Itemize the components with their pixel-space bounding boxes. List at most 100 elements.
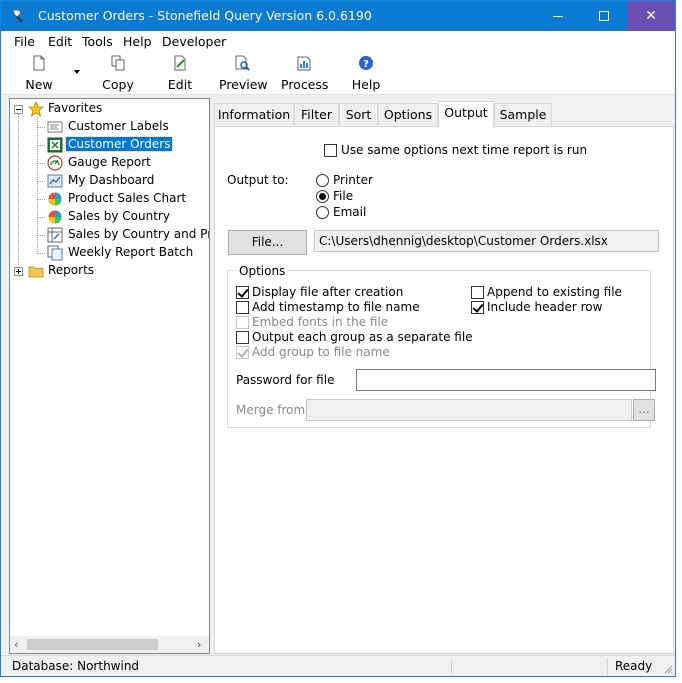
folder-icon: [28, 266, 44, 278]
close-button[interactable]: ✕: [627, 1, 675, 31]
process-button[interactable]: Process: [281, 55, 329, 92]
output-each-group-label[interactable]: Output each group as a separate file: [252, 330, 473, 344]
menu-help[interactable]: Help: [123, 34, 152, 49]
tree-horizontal-scrollbar[interactable]: ‹ ›: [10, 636, 209, 653]
tree-item[interactable]: Product Sales Chart: [10, 190, 209, 208]
display-file-label[interactable]: Display file after creation: [252, 285, 403, 299]
new-button[interactable]: New: [23, 55, 55, 92]
tree-item[interactable]: My Dashboard: [10, 172, 209, 190]
tree-item-label: Sales by Country and Product: [68, 227, 209, 241]
tab-sort[interactable]: Sort: [339, 103, 378, 127]
help-label: Help: [351, 77, 381, 92]
email-radio-label[interactable]: Email: [333, 205, 366, 219]
title-bar[interactable]: Customer Orders - Stonefield Query Versi…: [1, 1, 675, 31]
tree-label-reports: Reports: [48, 263, 95, 277]
append-existing-checkbox[interactable]: [471, 286, 484, 299]
file-path-field: C:\Users\dhennig\desktop\Customer Orders…: [314, 230, 659, 252]
edit-icon: [174, 55, 186, 71]
printer-radio-label[interactable]: Printer: [333, 173, 373, 187]
printer-radio[interactable]: [316, 174, 329, 187]
app-window: Customer Orders - Stonefield Query Versi…: [0, 0, 676, 677]
include-header-checkbox[interactable]: [471, 301, 484, 314]
tree-item-label: Customer Labels: [68, 119, 169, 133]
tree-item[interactable]: Gauge Report: [10, 154, 209, 172]
tab-filter[interactable]: Filter: [294, 103, 339, 127]
tab-output[interactable]: Output: [438, 101, 494, 128]
use-same-options-label[interactable]: Use same options next time report is run: [341, 143, 587, 157]
add-timestamp-checkbox[interactable]: [236, 301, 249, 314]
use-same-options-checkbox[interactable]: [324, 144, 337, 157]
include-header-label[interactable]: Include header row: [487, 300, 602, 314]
copy-button[interactable]: Copy: [100, 55, 136, 92]
add-group-checkbox: [236, 346, 249, 359]
new-label: New: [25, 77, 53, 92]
tree-label-favorites: Favorites: [48, 101, 103, 115]
tree-item-label: My Dashboard: [68, 173, 155, 187]
excel-report-icon: [47, 137, 63, 153]
tree-node-reports[interactable]: Reports: [10, 262, 209, 280]
maximize-icon: [599, 11, 609, 21]
file-radio[interactable]: [316, 190, 329, 203]
tree-item-label: Weekly Report Batch: [68, 245, 194, 259]
output-to-label: Output to:: [227, 173, 289, 187]
gauge-icon: [47, 155, 63, 171]
tab-sample[interactable]: Sample: [494, 103, 552, 127]
preview-label: Preview: [219, 77, 268, 92]
minimize-button[interactable]: [535, 1, 581, 31]
tree-node-favorites[interactable]: Favorites: [10, 100, 209, 118]
scroll-left-icon[interactable]: ‹: [14, 638, 18, 651]
help-button[interactable]: ? Help: [351, 55, 381, 92]
expand-icon[interactable]: [14, 267, 23, 276]
help-icon: ?: [359, 56, 373, 70]
add-group-label: Add group to file name: [252, 345, 390, 359]
embed-fonts-checkbox: [236, 316, 249, 329]
menu-developer[interactable]: Developer: [162, 34, 226, 49]
file-radio-label[interactable]: File: [333, 189, 353, 203]
display-file-checkbox[interactable]: [236, 286, 249, 299]
crosstab-icon: [47, 227, 63, 243]
minimize-icon: [553, 15, 563, 17]
dashboard-icon: [47, 174, 63, 188]
merge-from-label: Merge from: [236, 403, 306, 417]
options-group-title: Options: [236, 264, 289, 278]
output-each-group-checkbox[interactable]: [236, 331, 249, 344]
tree-item-selected[interactable]: Customer Orders: [10, 136, 209, 154]
status-bar: Database: Northwind Ready: [1, 655, 675, 676]
window-title: Customer Orders - Stonefield Query Versi…: [38, 8, 372, 23]
toolbar: New Copy Edit Preview Process ? Help: [1, 51, 675, 95]
append-existing-label[interactable]: Append to existing file: [487, 285, 622, 299]
tree-item-label: Sales by Country: [68, 209, 170, 223]
scroll-right-icon[interactable]: ›: [197, 638, 201, 651]
tab-options[interactable]: Options: [378, 103, 438, 127]
batch-icon: [47, 245, 63, 261]
menu-file[interactable]: File: [14, 34, 35, 49]
email-radio[interactable]: [316, 206, 329, 219]
password-label: Password for file: [236, 373, 335, 387]
tree-item-label: Product Sales Chart: [68, 191, 187, 205]
collapse-icon[interactable]: [14, 105, 23, 114]
tab-information[interactable]: Information: [214, 103, 294, 127]
scrollbar-thumb[interactable]: [27, 639, 158, 650]
resize-grip-icon[interactable]: [663, 664, 673, 674]
pie-chart-icon: [48, 192, 62, 206]
process-label: Process: [281, 77, 329, 92]
maximize-button[interactable]: [581, 1, 627, 31]
tree-item[interactable]: Sales by Country: [10, 208, 209, 226]
tree-item[interactable]: Customer Labels: [10, 118, 209, 136]
app-logo-icon: [12, 9, 23, 23]
new-dropdown-arrow-icon[interactable]: [74, 70, 80, 74]
svg-text:?: ?: [363, 59, 369, 70]
tree-item[interactable]: Weekly Report Batch: [10, 244, 209, 262]
menu-edit[interactable]: Edit: [48, 34, 72, 49]
report-tree[interactable]: Favorites Customer Labels Customer Order…: [9, 98, 210, 654]
menu-tools[interactable]: Tools: [82, 34, 113, 49]
preview-button[interactable]: Preview: [219, 55, 268, 92]
password-input[interactable]: [356, 369, 656, 391]
edit-button[interactable]: Edit: [164, 55, 196, 92]
add-timestamp-label[interactable]: Add timestamp to file name: [252, 300, 420, 314]
new-document-icon: [33, 55, 45, 71]
star-icon: [28, 101, 44, 117]
status-database: Database: Northwind: [12, 659, 140, 673]
file-browse-button[interactable]: File...: [228, 230, 307, 255]
tree-item[interactable]: Sales by Country and Product: [10, 226, 209, 244]
